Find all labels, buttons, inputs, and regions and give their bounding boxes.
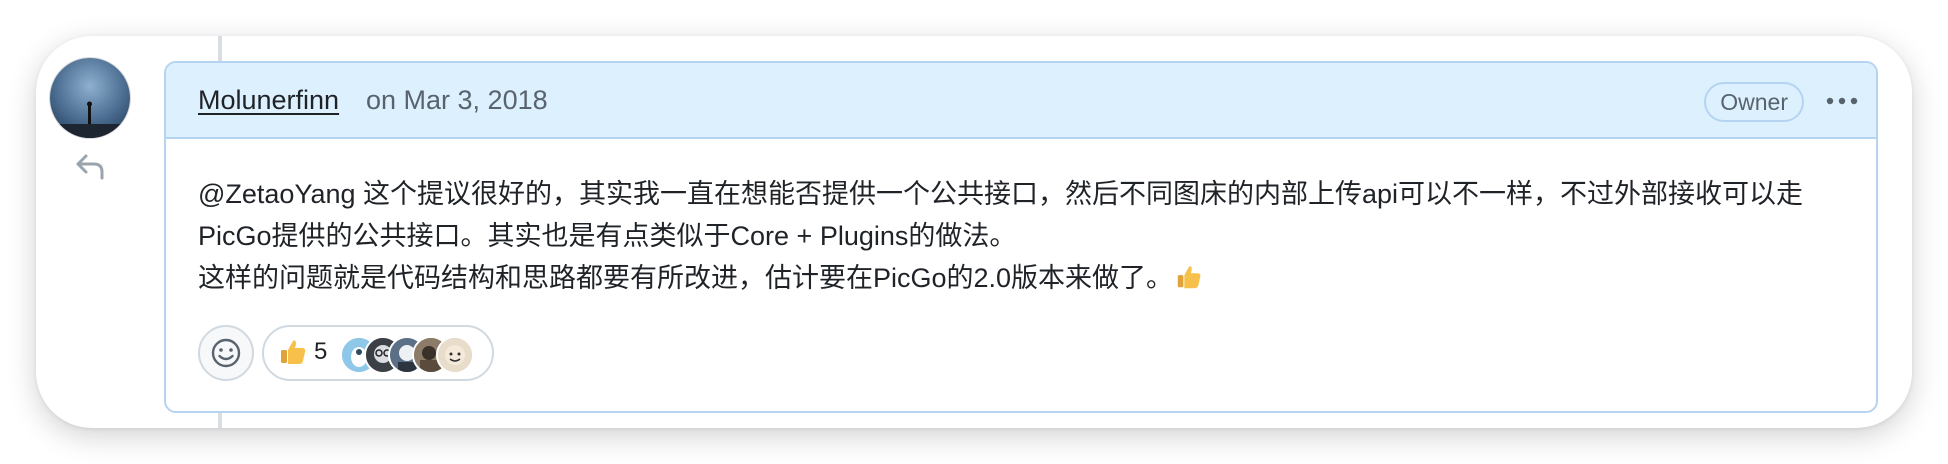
reactor-avatar[interactable] bbox=[436, 336, 474, 374]
more-options-button[interactable] bbox=[1822, 85, 1862, 117]
reply-icon[interactable] bbox=[74, 152, 108, 182]
add-reaction-button[interactable] bbox=[198, 325, 254, 381]
comment-paragraph-1: @ZetaoYang 这个提议很好的，其实我一直在想能否提供一个公共接口，然后不… bbox=[198, 179, 1804, 251]
thumbs-up-emoji-icon bbox=[1175, 261, 1203, 303]
comment-date[interactable]: on Mar 3, 2018 bbox=[366, 85, 548, 116]
kebab-horizontal-icon bbox=[1826, 97, 1858, 105]
comment-body: @ZetaoYang 这个提议很好的，其实我一直在想能否提供一个公共接口，然后不… bbox=[198, 173, 1858, 303]
reaction-count: 5 bbox=[314, 338, 328, 365]
thumbs-up-icon bbox=[278, 337, 308, 367]
author-link[interactable]: Molunerfinn bbox=[198, 85, 339, 116]
comment-paragraph-2: 这样的问题就是代码结构和思路都要有所改进，估计要在PicGo的2.0版本来做了。 bbox=[198, 257, 1858, 303]
owner-badge: Owner bbox=[1704, 82, 1804, 122]
comment-paragraph-2-text: 这样的问题就是代码结构和思路都要有所改进，估计要在PicGo的2.0版本来做了。 bbox=[198, 263, 1174, 293]
comment-header: Molunerfinn on Mar 3, 2018 Owner bbox=[166, 63, 1876, 139]
thumbs-up-reaction-button[interactable]: 5 bbox=[262, 325, 494, 381]
author-avatar[interactable] bbox=[50, 58, 130, 138]
smiley-icon bbox=[211, 338, 241, 368]
comment-box: Molunerfinn on Mar 3, 2018 Owner @ZetaoY… bbox=[164, 61, 1878, 413]
